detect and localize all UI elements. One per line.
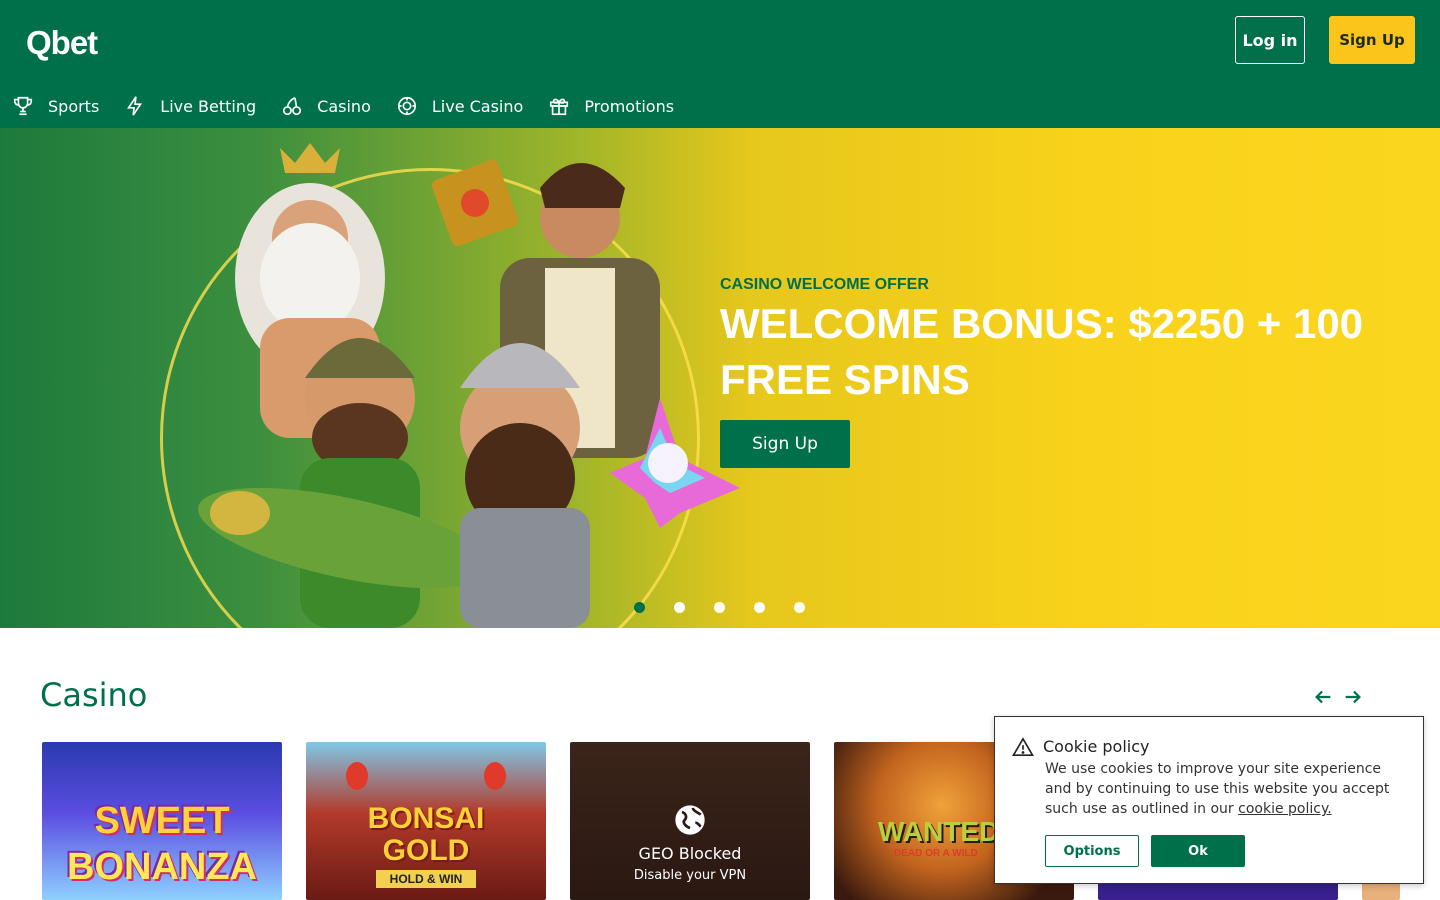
nav-item-sports[interactable]: Sports [12, 84, 99, 128]
cookie-title: Cookie policy [1043, 737, 1150, 756]
carousel-dot[interactable] [794, 602, 805, 613]
carousel-dot[interactable] [674, 602, 685, 613]
carousel-dot[interactable] [634, 602, 645, 613]
nav-label: Promotions [584, 96, 675, 116]
game-title-bottom: HOLD & WIN [376, 870, 476, 888]
cookie-body: We use cookies to improve your site expe… [1045, 761, 1390, 817]
carousel-dot[interactable] [754, 602, 765, 613]
gift-icon [550, 98, 569, 116]
nav-item-live-betting[interactable]: Live Betting [124, 84, 256, 128]
trophy-icon [13, 96, 33, 116]
hero-title: WELCOME BONUS: $2250 + 100 FREE SPINS [720, 300, 1364, 403]
game-title-mid: GOLD [382, 834, 470, 867]
signup-button[interactable]: Sign Up [1329, 16, 1415, 64]
main-nav: Sports Live Betting Casino Live Casino P… [0, 84, 699, 128]
hero-signup-button[interactable]: Sign Up [720, 420, 850, 468]
arrow-left-icon[interactable] [1312, 686, 1334, 708]
game-tile-bonsai-gold[interactable]: BONSAI GOLD HOLD & WIN [306, 742, 546, 900]
cookie-text: We use cookies to improve your site expe… [1045, 759, 1411, 819]
geo-blocked-subtitle: Disable your VPN [633, 868, 747, 883]
chip-icon [397, 96, 416, 116]
cookie-ok-button[interactable]: Ok [1151, 835, 1245, 867]
hero-characters-illustration [198, 143, 740, 628]
cookie-policy-dialog: Cookie policy We use cookies to improve … [994, 716, 1424, 884]
arrow-right-icon[interactable] [1342, 686, 1364, 708]
lantern-icon [484, 762, 506, 790]
hero-eyebrow: CASINO WELCOME OFFER [720, 276, 929, 293]
nav-label: Sports [48, 96, 100, 116]
nav-item-promotions[interactable]: Promotions [548, 84, 674, 128]
cookie-policy-link[interactable]: cookie policy. [1238, 801, 1332, 817]
nav-item-casino[interactable]: Casino [281, 84, 371, 128]
login-button[interactable]: Log in [1235, 16, 1305, 64]
game-tile-geo-blocked[interactable]: GEO Blocked Disable your VPN [570, 742, 810, 900]
hero-banner[interactable]: CASINO WELCOME OFFER WELCOME BONUS: $225… [0, 128, 1440, 628]
game-title-bottom: BONANZA [67, 846, 257, 888]
globe-blocked-icon [675, 805, 705, 835]
nav-label: Casino [317, 96, 371, 116]
geo-blocked-title: GEO Blocked [638, 844, 742, 863]
carousel-dot[interactable] [714, 602, 725, 613]
nav-label: Live Casino [431, 96, 524, 116]
lightning-icon [127, 96, 143, 116]
carousel-dots [634, 602, 834, 613]
cookie-options-button[interactable]: Options [1045, 835, 1139, 867]
game-title-top: BONSAI [367, 802, 485, 835]
casino-section-title: Casino [40, 676, 148, 714]
game-title-top: SWEET [94, 800, 230, 842]
warning-icon [1012, 737, 1034, 756]
nav-label: Live Betting [160, 96, 257, 116]
game-tile-sweet-bonanza[interactable]: SWEET BONANZA [42, 742, 282, 900]
nav-item-live-casino[interactable]: Live Casino [396, 84, 523, 128]
site-header: Qbet Log in Sign Up Sports Live Betting … [0, 0, 1440, 128]
cherries-icon [283, 97, 302, 116]
qbet-logo[interactable]: Qbet [26, 24, 98, 62]
lantern-icon [346, 762, 368, 790]
